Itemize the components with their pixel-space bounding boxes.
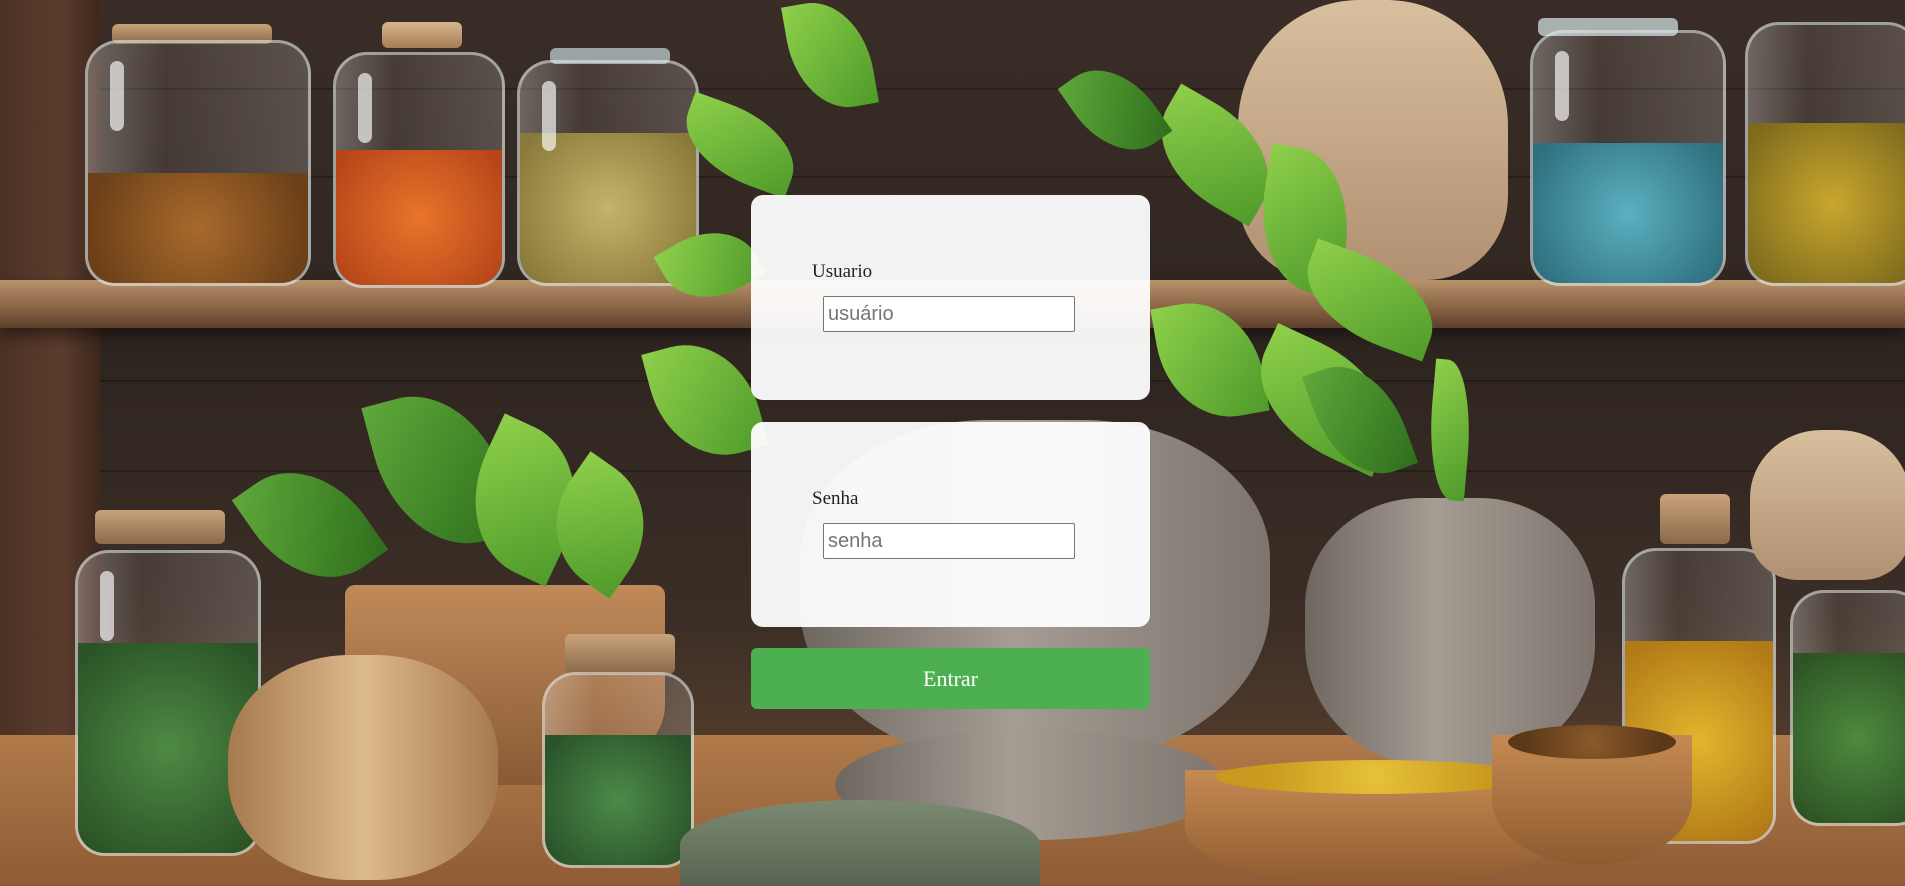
- plant-leaf: [781, 0, 879, 117]
- jar-lid: [565, 634, 675, 674]
- username-card: Usuario: [751, 195, 1150, 400]
- jar-small-herbs: [542, 672, 694, 868]
- jar-blue-stones: [1530, 30, 1726, 286]
- plant-leaf: [1057, 48, 1173, 172]
- burlap-sack-right: [1750, 430, 1905, 580]
- jar-lid: [95, 510, 225, 544]
- password-input[interactable]: [823, 523, 1075, 559]
- plant-leaf: [641, 329, 769, 471]
- jar-right-herbs: [1790, 590, 1905, 826]
- login-form: Usuario Senha Entrar: [751, 195, 1150, 709]
- jar-lid: [1660, 494, 1730, 544]
- username-input[interactable]: [823, 296, 1075, 332]
- username-label: Usuario: [812, 261, 873, 282]
- wooden-vessel: [228, 655, 498, 880]
- bowl-brown-seeds: [1492, 725, 1692, 865]
- login-submit-button[interactable]: Entrar: [751, 648, 1150, 709]
- jar-brown-seeds: [85, 40, 311, 286]
- jar-orange-berries: [333, 52, 505, 288]
- jar-golden-seeds: [1745, 22, 1905, 286]
- jar-lid: [382, 22, 462, 48]
- password-label: Senha: [812, 488, 859, 509]
- dried-leaves-pile: [680, 800, 1040, 886]
- login-page: Usuario Senha Entrar: [0, 0, 1905, 886]
- password-card: Senha: [751, 422, 1150, 627]
